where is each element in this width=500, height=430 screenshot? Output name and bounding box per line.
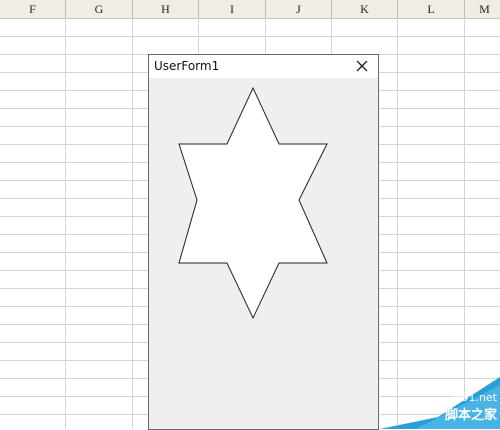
column-header-m[interactable]: M	[465, 0, 500, 18]
grid-line-vertical	[464, 18, 465, 429]
column-header-f[interactable]: F	[0, 0, 66, 18]
star-shape[interactable]	[149, 55, 378, 429]
column-header-i[interactable]: I	[199, 0, 266, 18]
grid-line-vertical	[132, 18, 133, 429]
grid-line-vertical	[65, 18, 66, 429]
watermark-site: jb51.net	[451, 391, 497, 404]
userform-window[interactable]: UserForm1	[148, 54, 379, 430]
column-header-g[interactable]: G	[66, 0, 133, 18]
column-header-l[interactable]: L	[398, 0, 465, 18]
column-header-h[interactable]: H	[133, 0, 199, 18]
column-header-row: F G H I J K L M	[0, 0, 500, 19]
grid-line-horizontal	[0, 36, 500, 37]
watermark-text: 脚本之家	[444, 408, 497, 423]
watermark: jb51.net 脚本之家	[380, 377, 500, 429]
grid-line-vertical	[397, 18, 398, 429]
column-header-j[interactable]: J	[266, 0, 332, 18]
column-header-k[interactable]: K	[332, 0, 398, 18]
